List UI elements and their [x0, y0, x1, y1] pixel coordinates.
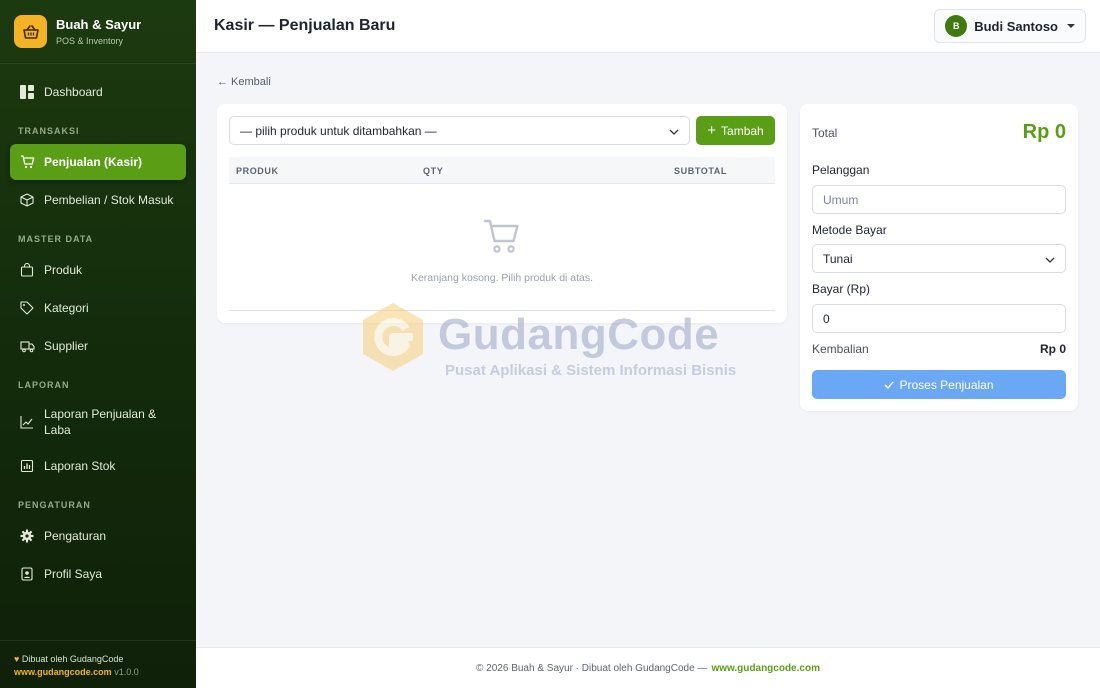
column-header-produk: PRODUK [236, 166, 279, 176]
topbar: Kasir — Penjualan Baru B Budi Santoso [196, 0, 1100, 53]
gear-icon [19, 528, 35, 544]
change-label: Kembalian [812, 342, 869, 356]
sidebar-item-profil[interactable]: Profil Saya [10, 556, 186, 592]
avatar: B [945, 15, 968, 37]
plus-icon: + [707, 121, 717, 139]
payment-method-label: Metode Bayar [812, 223, 887, 237]
sidebar-item-laporan-penjualan[interactable]: Laporan Penjualan & Laba [10, 398, 186, 446]
sidebar-item-kategori[interactable]: Kategori [10, 290, 186, 326]
user-menu-button[interactable]: B Budi Santoso [934, 9, 1086, 43]
product-select[interactable]: — pilih produk untuk ditambahkan — [229, 116, 690, 145]
check-icon [884, 378, 895, 392]
sidebar-item-supplier[interactable]: Supplier [10, 328, 186, 364]
brand[interactable]: Buah & Sayur POS & Inventory [0, 0, 196, 64]
sidebar-nav: Dashboard TRANSAKSI Penjualan (Kasir) Pe… [0, 64, 196, 592]
sidebar-item-label: Laporan Stok [44, 459, 116, 473]
paid-amount-input[interactable]: 0 [812, 304, 1066, 333]
caret-down-icon [1067, 24, 1075, 28]
sidebar-item-dashboard[interactable]: Dashboard [10, 74, 186, 110]
empty-cart-icon [483, 218, 521, 259]
section-label-master-data: MASTER DATA [18, 234, 94, 244]
section-label-laporan: LAPORAN [18, 380, 70, 390]
process-button-label: Proses Penjualan [899, 377, 994, 392]
chart-line-icon [19, 414, 35, 430]
bag-icon [19, 262, 35, 278]
payment-summary-card: Total Rp 0 Pelanggan Umum Metode Bayar T… [800, 104, 1078, 411]
bar-report-icon [19, 458, 35, 474]
sidebar-item-label: Pengaturan [44, 529, 107, 543]
watermark-title: GudangCode [438, 310, 720, 359]
sidebar-item-label: Kategori [44, 301, 89, 315]
customer-label: Pelanggan [812, 163, 870, 177]
process-sale-button[interactable]: Proses Penjualan [812, 370, 1066, 399]
sidebar-item-label: Penjualan (Kasir) [44, 155, 143, 169]
watermark-subtitle: Pusat Aplikasi & Sistem Informasi Bisnis [445, 362, 737, 379]
payment-method-value: Tunai [823, 251, 853, 266]
box-icon [19, 192, 35, 208]
back-link[interactable]: ← Kembali [217, 76, 271, 88]
sidebar-item-laporan-stok[interactable]: Laporan Stok [10, 448, 186, 484]
sidebar-item-pengaturan[interactable]: Pengaturan [10, 518, 186, 554]
truck-icon [19, 338, 35, 354]
cart-icon [19, 154, 35, 170]
sidebar-item-label: Profil Saya [44, 567, 103, 581]
dashboard-icon [19, 84, 35, 100]
footer-link[interactable]: www.gudangcode.com [711, 663, 820, 674]
paid-amount-value: 0 [823, 311, 830, 326]
sidebar-credit: Dibuat oleh GudangCode [21, 654, 124, 664]
person-badge-icon [19, 566, 35, 582]
change-value: Rp 0 [1039, 342, 1066, 356]
sidebar-footer-link[interactable]: www.gudangcode.com [14, 667, 112, 677]
product-select-placeholder: — pilih produk untuk ditambahkan — [240, 123, 437, 138]
sidebar-item-label: Supplier [44, 339, 89, 353]
page-footer: © 2026 Buah & Sayur · Dibuat oleh Gudang… [196, 647, 1100, 688]
section-label-pengaturan: PENGATURAN [18, 500, 91, 510]
cart-card: — pilih produk untuk ditambahkan — + Tam… [217, 104, 787, 323]
sidebar-item-label: Pembelian / Stok Masuk [44, 193, 174, 207]
empty-cart-message: Keranjang kosong. Pilih produk di atas. [410, 272, 594, 284]
sidebar-footer: ♥ Dibuat oleh GudangCode www.gudangcode.… [0, 640, 196, 688]
sidebar-item-label: Laporan Penjualan & Laba [44, 407, 157, 437]
add-product-button[interactable]: + Tambah [696, 116, 775, 145]
page-title: Kasir — Penjualan Baru [214, 17, 396, 34]
heart-icon: ♥ [14, 654, 20, 664]
brand-name: Buah & Sayur [56, 17, 142, 32]
sidebar-item-produk[interactable]: Produk [10, 252, 186, 288]
sidebar-item-label: Dashboard [44, 85, 103, 99]
sidebar: Buah & Sayur POS & Inventory Dashboard T… [0, 0, 196, 688]
cart-table-header: PRODUK QTY SUBTOTAL [229, 157, 775, 184]
section-label-transaksi: TRANSAKSI [18, 126, 80, 136]
app-version: v1.0.0 [114, 667, 139, 677]
column-header-subtotal: SUBTOTAL [674, 166, 727, 176]
chevron-down-icon [1045, 252, 1055, 266]
basket-icon [14, 15, 47, 48]
chevron-down-icon [669, 124, 679, 138]
add-button-label: Tambah [721, 123, 764, 138]
sidebar-item-penjualan[interactable]: Penjualan (Kasir) [10, 144, 186, 180]
sidebar-item-label: Produk [44, 263, 83, 277]
tag-icon [19, 300, 35, 316]
total-value: Rp 0 [1022, 121, 1066, 143]
user-name: Budi Santoso [974, 18, 1058, 34]
column-header-qty: QTY [423, 166, 444, 176]
payment-method-select[interactable]: Tunai [812, 244, 1066, 273]
sidebar-item-pembelian[interactable]: Pembelian / Stok Masuk [10, 182, 186, 218]
customer-input[interactable]: Umum [812, 185, 1066, 214]
customer-placeholder: Umum [823, 192, 859, 207]
total-label: Total [812, 126, 838, 140]
brand-subtitle: POS & Inventory [56, 36, 124, 46]
watermark-logo-icon [358, 300, 428, 379]
footer-text: © 2026 Buah & Sayur · Dibuat oleh Gudang… [476, 662, 708, 674]
paid-amount-label: Bayar (Rp) [812, 282, 871, 296]
